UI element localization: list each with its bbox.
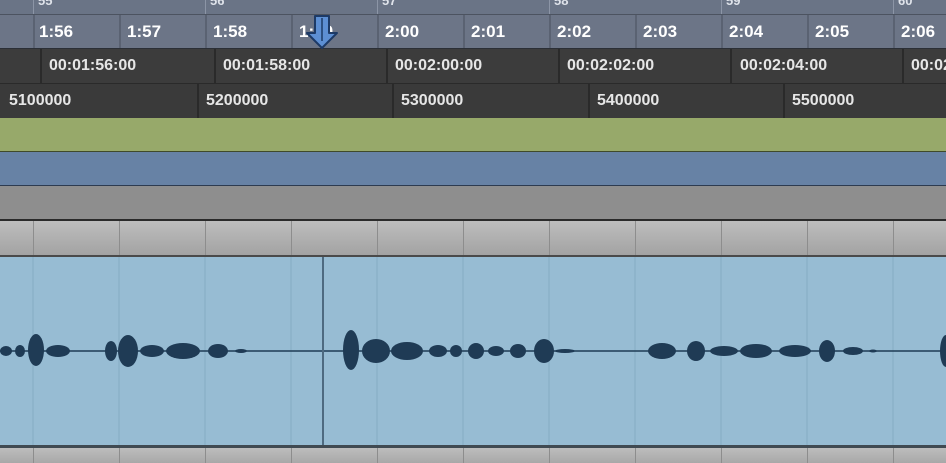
grid-line <box>33 448 34 463</box>
minutes-label: 2:01 <box>471 22 506 41</box>
ruler-tick <box>558 49 560 83</box>
waveform <box>0 257 946 445</box>
samples-label: 5200000 <box>206 92 269 109</box>
track-grid-footer <box>0 448 946 463</box>
minutes-label: 2:04 <box>729 22 764 41</box>
ruler-tick <box>730 49 732 83</box>
grid-line <box>893 221 894 255</box>
minutes-label: 2:05 <box>815 22 850 41</box>
bars-ruler[interactable]: 55 56 57 58 59 60 <box>0 0 946 15</box>
bar-label: 58 <box>554 0 569 8</box>
grid-line <box>119 221 120 255</box>
ruler-tick <box>588 84 590 118</box>
timecode-label: 00:02:00:00 <box>395 57 483 74</box>
audio-clip[interactable] <box>0 257 946 448</box>
ruler-tick <box>197 84 199 118</box>
grid-line <box>205 448 206 463</box>
ruler-tick <box>377 0 378 14</box>
grid-line <box>463 221 464 255</box>
grid-line <box>291 221 292 255</box>
ruler-tick <box>549 15 551 48</box>
minutes-label: 2:03 <box>643 22 678 41</box>
minutes-label: 2:00 <box>385 22 420 41</box>
ruler-tick <box>902 49 904 83</box>
grid-line <box>893 448 894 463</box>
timecode-label: 00:02:06:00 <box>911 57 946 74</box>
timecode-label: 00:01:56:00 <box>49 57 137 74</box>
ruler-tick <box>377 15 379 48</box>
grid-line <box>463 448 464 463</box>
minutes-label: 1:57 <box>127 22 162 41</box>
timecode-label: 00:02:04:00 <box>740 57 828 74</box>
ruler-tick <box>893 0 894 14</box>
bar-label: 57 <box>382 0 397 8</box>
grid-line <box>635 221 636 255</box>
minutes-label: 1:58 <box>213 22 248 41</box>
ruler-tick <box>549 0 550 14</box>
samples-label: 5300000 <box>401 92 464 109</box>
minutes-seconds-ruler[interactable]: 1:56 1:57 1:58 1:59 2:00 2:01 2:02 2:03 … <box>0 15 946 49</box>
ruler-tick <box>291 15 293 48</box>
bar-label: 56 <box>210 0 225 8</box>
marker-track[interactable] <box>0 186 946 221</box>
ruler-tick <box>783 84 785 118</box>
ruler-tick <box>635 15 637 48</box>
minutes-label: 1:56 <box>39 22 74 41</box>
ruler-tick <box>33 0 34 14</box>
grid-line <box>377 221 378 255</box>
minutes-label: 2:06 <box>901 22 936 41</box>
ruler-tick <box>721 0 722 14</box>
ruler-tick <box>119 15 121 48</box>
bar-label: 59 <box>726 0 741 8</box>
grid-line <box>721 221 722 255</box>
ruler-tick <box>807 15 809 48</box>
grid-line <box>807 448 808 463</box>
timecode-label: 00:01:58:00 <box>223 57 311 74</box>
ruler-tick <box>214 49 216 83</box>
grid-line <box>635 448 636 463</box>
grid-line <box>721 448 722 463</box>
samples-ruler[interactable]: 5100000 5200000 5300000 5400000 5500000 <box>0 84 946 119</box>
ruler-tick <box>33 15 35 48</box>
grid-line <box>205 221 206 255</box>
timecode-label: 00:02:02:00 <box>567 57 655 74</box>
meter-track[interactable] <box>0 152 946 186</box>
tempo-track[interactable] <box>0 118 946 152</box>
grid-line <box>119 448 120 463</box>
bar-label: 55 <box>38 0 53 8</box>
track-grid-header[interactable] <box>0 221 946 257</box>
ruler-tick <box>392 84 394 118</box>
bar-label: 60 <box>898 0 913 8</box>
grid-line <box>549 448 550 463</box>
ruler-tick <box>205 15 207 48</box>
ruler-tick <box>721 15 723 48</box>
playhead-marker[interactable] <box>305 15 339 49</box>
grid-line <box>291 448 292 463</box>
ruler-tick <box>40 49 42 83</box>
grid-line <box>549 221 550 255</box>
grid-line <box>33 221 34 255</box>
minutes-label: 2:02 <box>557 22 592 41</box>
ruler-tick <box>205 0 206 14</box>
samples-label: 5400000 <box>597 92 660 109</box>
grid-line <box>377 448 378 463</box>
ruler-tick <box>463 15 465 48</box>
ruler-tick <box>893 15 895 48</box>
timecode-ruler[interactable]: 00:01:56:00 00:01:58:00 00:02:00:00 00:0… <box>0 49 946 84</box>
samples-label: 5500000 <box>792 92 855 109</box>
ruler-tick <box>386 49 388 83</box>
grid-line <box>807 221 808 255</box>
samples-label: 5100000 <box>9 92 72 109</box>
